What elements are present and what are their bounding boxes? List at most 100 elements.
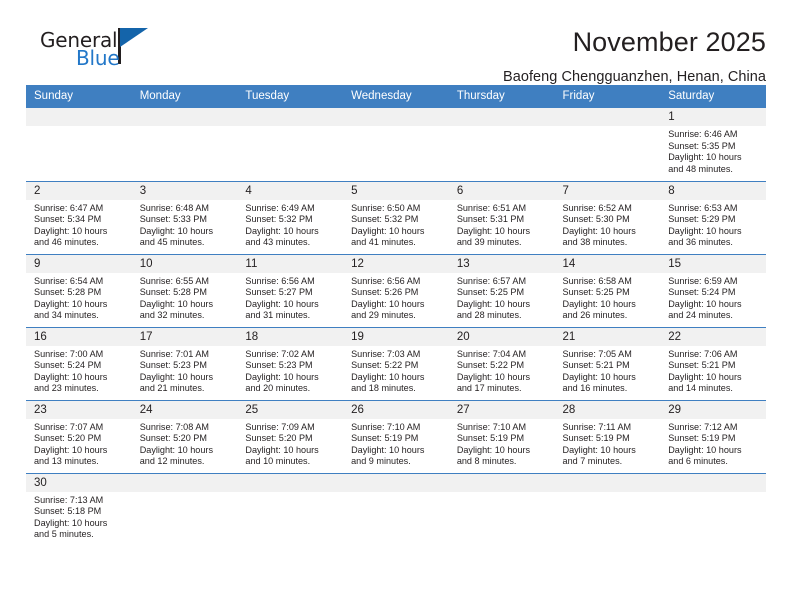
day-sun-info: Sunrise: 6:59 AM Sunset: 5:24 PM Daylight:… [660, 273, 766, 322]
calendar-day-cell[interactable]: 19 Sunrise: 7:03 AM Sunset: 5:22 PM Dayligh… [343, 326, 449, 400]
day-number: 14 [554, 254, 661, 273]
sunset-text: Sunset: 5:19 PM [456, 433, 525, 444]
day-number: 5 [343, 181, 449, 200]
sunrise-text: Sunrise: 7:10 AM [456, 421, 527, 432]
daylight-text-line2: and 26 minutes. [562, 310, 628, 321]
calendar-empty-cell [660, 472, 766, 546]
day-number: 29 [660, 400, 766, 419]
day-sun-info: Sunrise: 7:02 AM Sunset: 5:23 PM Daylight:… [237, 346, 343, 395]
daylight-text-line2: and 17 minutes. [456, 383, 522, 394]
calendar-week-row: 9 Sunrise: 6:54 AM Sunset: 5:28 PM Daylight… [26, 253, 766, 327]
logo-word-blue: Blue [76, 46, 120, 70]
day-sun-info: Sunrise: 7:07 AM Sunset: 5:20 PM Daylight:… [26, 419, 132, 468]
page-title: November 2025 [572, 27, 766, 57]
calendar-day-cell[interactable]: 4 Sunrise: 6:49 AM Sunset: 5:32 PM Daylight… [237, 180, 344, 254]
sunset-text: Sunset: 5:34 PM [34, 214, 102, 225]
daylight-text-line1: Daylight: 10 hours [245, 298, 319, 309]
logo-flag-icon [120, 28, 148, 47]
daylight-text-line2: and 13 minutes. [34, 456, 99, 467]
calendar-day-cell[interactable]: 29 Sunrise: 7:12 AM Sunset: 5:19 PM Dayligh… [660, 399, 766, 473]
calendar-week-row: 2 Sunrise: 6:47 AM Sunset: 5:34 PM Daylight… [26, 180, 766, 254]
calendar-empty-cell [554, 108, 661, 181]
day-number: 11 [237, 254, 344, 273]
calendar-day-cell[interactable]: 13 Sunrise: 6:57 AM Sunset: 5:25 PM Dayligh… [448, 253, 555, 327]
calendar-day-cell[interactable]: 27 Sunrise: 7:10 AM Sunset: 5:19 PM Dayligh… [448, 399, 555, 473]
calendar-day-cell[interactable]: 8 Sunrise: 6:53 AM Sunset: 5:29 PM Daylight… [660, 180, 766, 254]
day-number: 2 [26, 181, 132, 200]
calendar-day-cell[interactable]: 20 Sunrise: 7:04 AM Sunset: 5:22 PM Dayligh… [448, 326, 555, 400]
sunrise-text: Sunrise: 6:53 AM [668, 202, 738, 213]
sunset-text: Sunset: 5:32 PM [245, 214, 313, 225]
sunrise-text: Sunrise: 7:04 AM [456, 348, 527, 359]
sunset-text: Sunset: 5:23 PM [245, 360, 313, 371]
calendar-day-cell[interactable]: 17 Sunrise: 7:01 AM Sunset: 5:23 PM Dayligh… [131, 326, 238, 400]
calendar-day-cell[interactable]: 16 Sunrise: 7:00 AM Sunset: 5:24 PM Dayligh… [26, 326, 132, 400]
sunset-text: Sunset: 5:26 PM [351, 287, 419, 298]
calendar-day-cell[interactable]: 12 Sunrise: 6:56 AM Sunset: 5:26 PM Dayligh… [343, 253, 449, 327]
daylight-text-line2: and 7 minutes. [562, 456, 623, 467]
calendar-day-cell[interactable]: 15 Sunrise: 6:59 AM Sunset: 5:24 PM Dayligh… [660, 253, 766, 327]
daylight-text-line1: Daylight: 10 hours [562, 225, 636, 236]
calendar-day-cell[interactable]: 24 Sunrise: 7:08 AM Sunset: 5:20 PM Dayligh… [131, 399, 238, 473]
calendar-day-cell[interactable]: 28 Sunrise: 7:11 AM Sunset: 5:19 PM Dayligh… [554, 399, 661, 473]
sunset-text: Sunset: 5:25 PM [456, 287, 525, 298]
calendar-day-cell[interactable]: 11 Sunrise: 6:56 AM Sunset: 5:27 PM Dayligh… [237, 253, 344, 327]
calendar-day-cell[interactable]: 18 Sunrise: 7:02 AM Sunset: 5:23 PM Dayligh… [237, 326, 344, 400]
sunrise-text: Sunrise: 7:10 AM [351, 421, 421, 432]
calendar-day-cell[interactable]: 30 Sunrise: 7:13 AM Sunset: 5:18 PM Dayligh… [26, 472, 132, 546]
general-blue-logo[interactable]: General Blue [26, 26, 166, 78]
sunrise-text: Sunrise: 7:09 AM [245, 421, 315, 432]
sunset-text: Sunset: 5:23 PM [139, 360, 207, 371]
calendar-empty-cell [131, 472, 238, 546]
sunrise-text: Sunrise: 6:56 AM [351, 275, 421, 286]
daylight-text-line2: and 24 minutes. [668, 310, 733, 321]
calendar-day-cell[interactable]: 5 Sunrise: 6:50 AM Sunset: 5:32 PM Daylight… [343, 180, 449, 254]
day-sun-info: Sunrise: 6:49 AM Sunset: 5:32 PM Daylight:… [237, 200, 343, 249]
sunrise-text: Sunrise: 7:00 AM [34, 348, 104, 359]
day-number [131, 108, 238, 126]
calendar-day-cell[interactable]: 26 Sunrise: 7:10 AM Sunset: 5:19 PM Dayligh… [343, 399, 449, 473]
sunset-text: Sunset: 5:30 PM [562, 214, 630, 225]
calendar-day-cell[interactable]: 3 Sunrise: 6:48 AM Sunset: 5:33 PM Daylight… [131, 180, 238, 254]
sunset-text: Sunset: 5:19 PM [668, 433, 736, 444]
daylight-text-line1: Daylight: 10 hours [34, 225, 108, 236]
day-number: 3 [131, 181, 238, 200]
sunset-text: Sunset: 5:22 PM [351, 360, 419, 371]
sunrise-text: Sunrise: 6:46 AM [668, 129, 738, 139]
daylight-text-line2: and 14 minutes. [668, 383, 733, 394]
day-sun-info: Sunrise: 6:56 AM Sunset: 5:26 PM Daylight:… [343, 273, 449, 322]
day-number: 9 [26, 254, 132, 273]
page-subtitle: Baofeng Chengguanzhen, Henan, China [503, 68, 766, 85]
calendar-day-cell[interactable]: 25 Sunrise: 7:09 AM Sunset: 5:20 PM Dayligh… [237, 399, 344, 473]
calendar-day-cell[interactable]: 9 Sunrise: 6:54 AM Sunset: 5:28 PM Daylight… [26, 253, 132, 327]
calendar-header-row: Sunday Monday Tuesday Wednesday Thursday Frid… [26, 85, 766, 108]
calendar-day-cell[interactable]: 7 Sunrise: 6:52 AM Sunset: 5:30 PM Daylight… [554, 180, 661, 254]
calendar-day-cell[interactable]: 1 Sunrise: 6:46 AM Sunset: 5:35 PM Daylight… [660, 108, 766, 181]
calendar-day-cell[interactable]: 2 Sunrise: 6:47 AM Sunset: 5:34 PM Daylight… [26, 180, 132, 254]
sunrise-text: Sunrise: 7:03 AM [351, 348, 421, 359]
weekday-header-sunday: Sunday [26, 85, 132, 108]
calendar-day-cell[interactable]: 6 Sunrise: 6:51 AM Sunset: 5:31 PM Daylight… [448, 180, 555, 254]
daylight-text-line1: Daylight: 10 hours [245, 444, 319, 455]
daylight-text-line1: Daylight: 10 hours [456, 371, 531, 382]
calendar-day-cell[interactable]: 14 Sunrise: 6:58 AM Sunset: 5:25 PM Dayligh… [554, 253, 661, 327]
daylight-text-line1: Daylight: 10 hours [456, 444, 531, 455]
daylight-text-line2: and 18 minutes. [351, 383, 416, 394]
calendar-day-cell[interactable]: 10 Sunrise: 6:55 AM Sunset: 5:28 PM Dayligh… [131, 253, 238, 327]
day-sun-info: Sunrise: 7:00 AM Sunset: 5:24 PM Daylight:… [26, 346, 132, 395]
daylight-text-line2: and 8 minutes. [456, 456, 517, 467]
calendar-body: 1 Sunrise: 6:46 AM Sunset: 5:35 PM Daylight… [26, 108, 766, 546]
daylight-text-line1: Daylight: 10 hours [668, 225, 742, 236]
day-sun-info: Sunrise: 6:51 AM Sunset: 5:31 PM Daylight:… [449, 200, 555, 249]
weekday-header-monday: Monday [131, 85, 238, 108]
day-sun-info: Sunrise: 7:06 AM Sunset: 5:21 PM Daylight:… [660, 346, 766, 395]
daylight-text-line2: and 6 minutes. [668, 456, 728, 467]
calendar-day-cell[interactable]: 23 Sunrise: 7:07 AM Sunset: 5:20 PM Dayligh… [26, 399, 132, 473]
calendar-day-cell[interactable]: 22 Sunrise: 7:06 AM Sunset: 5:21 PM Dayligh… [660, 326, 766, 400]
daylight-text-line2: and 23 minutes. [34, 383, 99, 394]
daylight-text-line1: Daylight: 10 hours [139, 444, 213, 455]
calendar-day-cell[interactable]: 21 Sunrise: 7:05 AM Sunset: 5:21 PM Dayligh… [554, 326, 661, 400]
day-sun-info: Sunrise: 7:10 AM Sunset: 5:19 PM Daylight:… [449, 419, 555, 468]
weekday-header-friday: Friday [554, 85, 661, 108]
weekday-header: Sunday Monday Tuesday Wednesday Thursday Frid… [26, 85, 766, 108]
